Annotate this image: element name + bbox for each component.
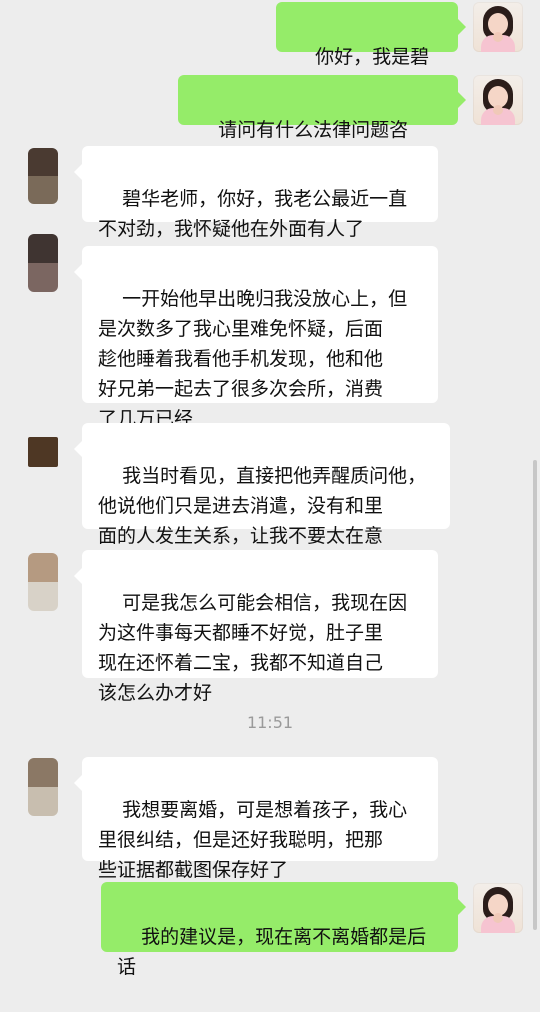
avatar-bottom-blur [28, 582, 58, 611]
message-bubble[interactable]: 请问有什么法律问题咨询？ [178, 75, 466, 171]
contact-avatar[interactable] [28, 553, 58, 611]
chat-window: 你好，我是碧华 请问有什么法律问题咨询？ 碧华老师，你好，我老公最近一直 不对劲… [0, 0, 540, 978]
message-bubble[interactable]: 我的建议是，现在离不离婚都是后 话 [101, 882, 466, 978]
hand-shape [493, 913, 503, 923]
chat-scrollbar[interactable] [533, 460, 537, 930]
contact-avatar[interactable] [28, 148, 58, 204]
message-text: 碧华老师，你好，我老公最近一直 不对劲，我怀疑他在外面有人了 [98, 188, 408, 240]
hand-shape [493, 32, 503, 42]
message-text: 我当时看见，直接把他弄醒质问他， 他说他们只是进去消遣，没有和里 面的人发生关系… [98, 465, 427, 547]
avatar-top-blur [28, 148, 58, 176]
message-text: 一开始他早出晚归我没放心上，但 是次数多了我心里难免怀疑，后面 趁他睡着我看他手… [98, 288, 408, 430]
avatar-top-blur [28, 553, 58, 582]
message-text: 我想要离婚，可是想着孩子，我心 里很纠结，但是还好我聪明，把那 些证据都截图保存… [98, 799, 408, 881]
avatar-bottom-blur [28, 787, 58, 816]
message-bubble[interactable]: 碧华老师，你好，我老公最近一直 不对劲，我怀疑他在外面有人了 [74, 146, 438, 240]
user-avatar[interactable] [473, 2, 523, 52]
avatar-bottom-blur [28, 176, 58, 204]
message-bubble[interactable]: 可是我怎么可能会相信，我现在因 为这件事每天都睡不好觉，肚子里 现在还怀着二宝，… [74, 550, 438, 704]
message-text: 我的建议是，现在离不离婚都是后 话 [117, 926, 427, 978]
chat-timestamp: 11:51 [246, 713, 294, 732]
message-bubble[interactable]: 我当时看见，直接把他弄醒质问他， 他说他们只是进去消遣，没有和里 面的人发生关系… [74, 423, 450, 547]
avatar-bottom-blur [28, 263, 58, 292]
user-avatar[interactable] [473, 75, 523, 125]
message-bubble[interactable]: 你好，我是碧华 [276, 2, 466, 98]
avatar-top-blur [28, 758, 58, 787]
avatar-top-blur [28, 437, 58, 467]
user-avatar[interactable] [473, 883, 523, 933]
contact-avatar[interactable] [28, 437, 58, 467]
message-bubble[interactable]: 我想要离婚，可是想着孩子，我心 里很纠结，但是还好我聪明，把那 些证据都截图保存… [74, 757, 438, 881]
message-bubble[interactable]: 一开始他早出晚归我没放心上，但 是次数多了我心里难免怀疑，后面 趁他睡着我看他手… [74, 246, 438, 430]
contact-avatar[interactable] [28, 758, 58, 816]
hand-shape [493, 105, 503, 115]
avatar-top-blur [28, 234, 58, 263]
message-text: 可是我怎么可能会相信，我现在因 为这件事每天都睡不好觉，肚子里 现在还怀着二宝，… [98, 592, 408, 704]
contact-avatar[interactable] [28, 234, 58, 292]
